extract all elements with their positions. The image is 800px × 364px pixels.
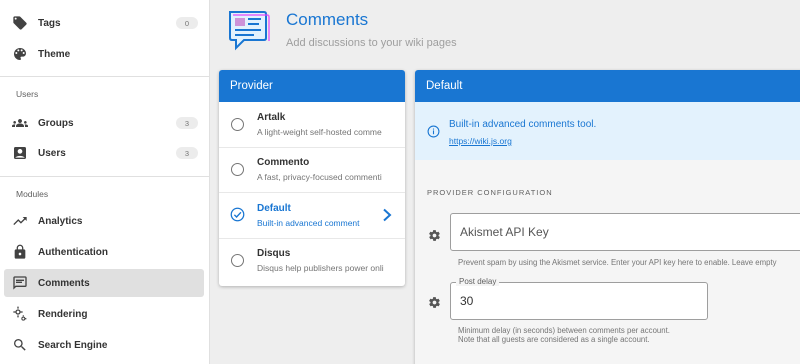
page-subtitle: Add discussions to your wiki pages <box>286 37 457 49</box>
default-card-title: Default <box>415 70 800 102</box>
radio-unchecked-icon[interactable] <box>231 118 244 131</box>
sidebar-item-label: Users <box>38 147 66 159</box>
sidebar-item-analytics[interactable]: Analytics <box>4 207 204 235</box>
sidebar-item-label: Tags <box>38 17 61 29</box>
akismet-api-key-input[interactable] <box>451 214 800 250</box>
sidebar-item-comments[interactable]: Comments <box>4 269 204 297</box>
check-circle-icon[interactable] <box>230 207 245 222</box>
sidebar-item-label: Analytics <box>38 215 83 227</box>
section-header-modules: Modules <box>16 189 49 199</box>
provider-name: Default <box>257 203 291 214</box>
sidebar-item-theme[interactable]: Theme <box>4 40 204 68</box>
section-label: PROVIDER CONFIGURATION <box>427 188 553 197</box>
divider <box>0 76 210 77</box>
info-text: Built-in advanced comments tool. <box>449 119 597 130</box>
provider-item-artalk[interactable]: Artalk A light-weight self-hosted comme <box>219 103 405 148</box>
sidebar-item-authentication[interactable]: Authentication <box>4 238 204 266</box>
post-delay-hint-line1: Minimum delay (in seconds) between comme… <box>458 326 670 335</box>
tags-icon <box>12 15 28 31</box>
count-badge: 3 <box>176 147 198 159</box>
search-icon <box>12 337 28 353</box>
gear-icon <box>429 230 440 241</box>
chevron-right-icon <box>383 208 392 222</box>
radio-unchecked-icon[interactable] <box>231 254 244 267</box>
sidebar-item-users[interactable]: Users 3 <box>4 139 204 167</box>
provider-card-title: Provider <box>219 70 405 102</box>
default-config-card: Default Built-in advanced comments tool.… <box>415 70 800 364</box>
radio-unchecked-icon[interactable] <box>231 163 244 176</box>
info-banner: Built-in advanced comments tool. https:/… <box>415 102 800 160</box>
akismet-hint: Prevent spam by using the Akismet servic… <box>458 258 777 267</box>
info-link[interactable]: https://wiki.js.org <box>449 136 512 146</box>
provider-item-default[interactable]: Default Built-in advanced comment <box>219 194 405 239</box>
provider-card: Provider Artalk A light-weight self-host… <box>219 70 405 286</box>
info-icon <box>427 125 440 138</box>
provider-desc: A light-weight self-hosted comme <box>257 127 382 137</box>
sidebar-item-label: Groups <box>38 117 74 129</box>
sidebar-item-label: Theme <box>38 48 71 60</box>
akismet-api-key-field[interactable] <box>450 213 800 251</box>
groups-icon <box>12 115 28 131</box>
provider-name: Artalk <box>257 112 286 123</box>
post-delay-field[interactable]: Post delay <box>450 277 708 320</box>
provider-desc: Built-in advanced comment <box>257 218 360 228</box>
sidebar-item-tags[interactable]: Tags 0 <box>4 9 204 37</box>
post-delay-hint-line2: Note that all guests are considered as a… <box>458 335 650 344</box>
provider-desc: Disqus help publishers power onli <box>257 263 384 273</box>
sidebar: Tags 0 Theme Users Groups 3 Users 3 Modu… <box>0 0 210 364</box>
provider-item-disqus[interactable]: Disqus Disqus help publishers power onli <box>219 239 405 284</box>
lock-icon <box>12 244 28 260</box>
provider-name: Disqus <box>257 248 291 259</box>
page-title: Comments <box>286 10 369 29</box>
post-delay-input[interactable] <box>451 283 707 319</box>
sidebar-item-rendering[interactable]: Rendering <box>4 300 204 328</box>
sidebar-item-search-engine[interactable]: Search Engine <box>4 331 204 359</box>
section-header-users: Users <box>16 89 39 99</box>
sidebar-item-label: Rendering <box>38 308 88 320</box>
provider-item-commento[interactable]: Commento A fast, privacy-focused comment… <box>219 148 405 193</box>
sidebar-item-groups[interactable]: Groups 3 <box>4 109 204 137</box>
sidebar-item-label: Search Engine <box>38 339 108 351</box>
gear-icon <box>429 297 440 308</box>
comments-header-icon <box>229 11 270 51</box>
cogs-icon <box>12 306 28 322</box>
count-badge: 0 <box>176 17 198 29</box>
divider <box>0 176 210 177</box>
provider-desc: A fast, privacy-focused commenti <box>257 172 382 182</box>
provider-name: Commento <box>257 157 310 168</box>
palette-icon <box>12 46 28 62</box>
count-badge: 3 <box>176 117 198 129</box>
sidebar-item-label: Comments <box>38 277 90 289</box>
comment-icon <box>12 275 28 291</box>
user-card-icon <box>12 145 28 161</box>
analytics-icon <box>12 213 28 229</box>
sidebar-item-label: Authentication <box>38 246 108 258</box>
